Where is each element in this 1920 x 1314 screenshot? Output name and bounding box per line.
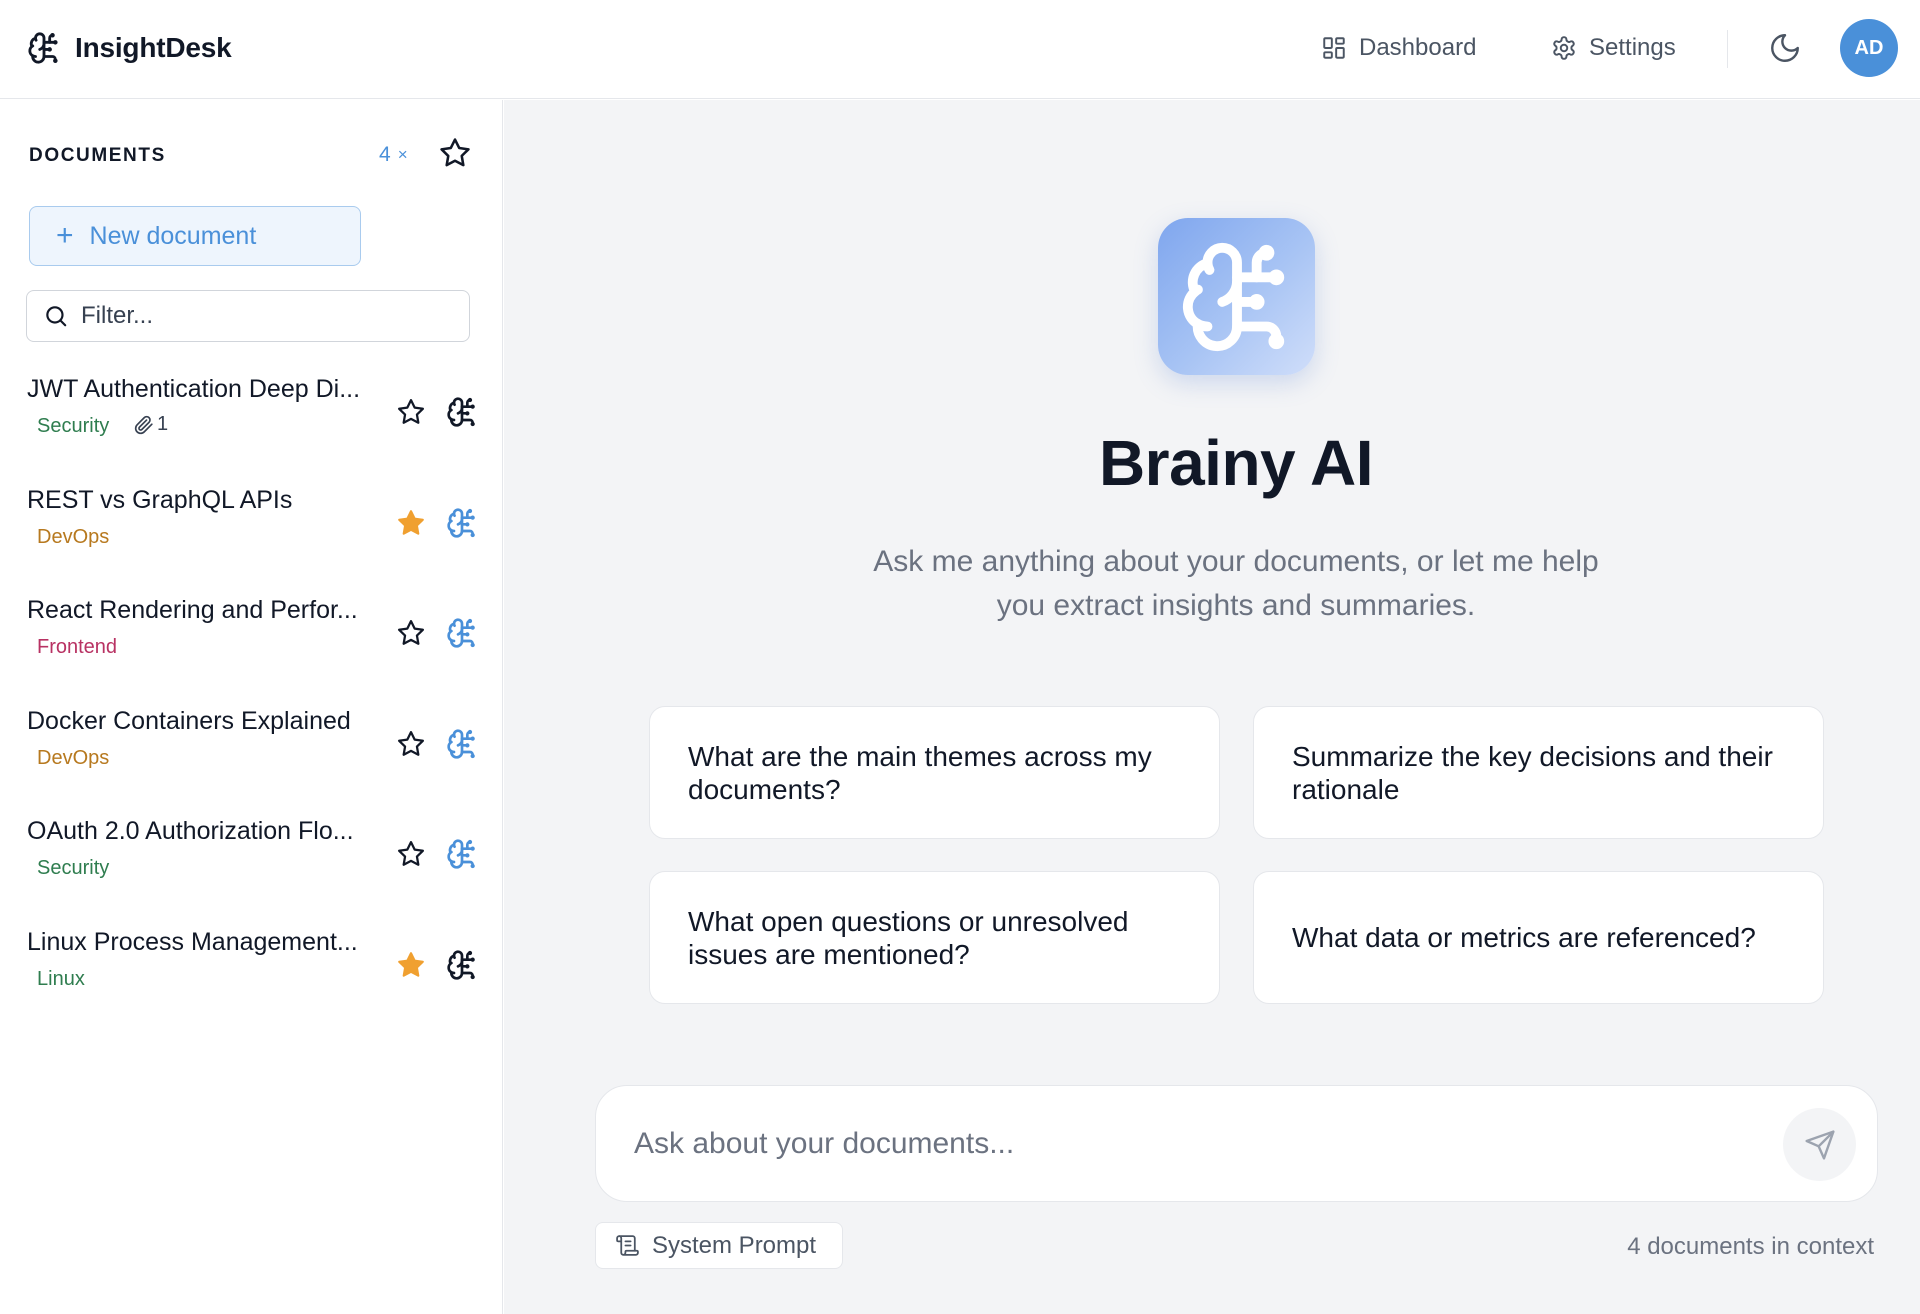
nav-settings-link[interactable]: Settings	[1551, 28, 1676, 68]
brain-circuit-icon	[446, 617, 478, 649]
suggestion-card[interactable]: What are the main themes across my docum…	[649, 706, 1220, 839]
grid-icon	[1321, 35, 1347, 61]
document-title: OAuth 2.0 Authorization Flo...	[27, 817, 354, 845]
sidebar-title: DOCUMENTS	[29, 145, 166, 166]
document-list-item[interactable]: Docker Containers Explained DevOps	[0, 707, 502, 817]
brain-circuit-icon	[446, 396, 478, 428]
header-divider	[1727, 30, 1728, 68]
documents-sidebar: DOCUMENTS 4 × + New document JWT Authent…	[0, 100, 503, 1314]
document-list-item[interactable]: REST vs GraphQL APIs DevOps	[0, 486, 502, 596]
theme-toggle-button[interactable]	[1768, 31, 1802, 65]
document-title: REST vs GraphQL APIs	[27, 485, 293, 514]
brainy-logo	[1158, 218, 1315, 375]
paperclip-icon	[134, 415, 154, 435]
new-document-label: New document	[89, 221, 257, 250]
moon-icon	[1768, 31, 1802, 65]
context-toggle[interactable]	[446, 838, 478, 870]
nav-dashboard-link[interactable]: Dashboard	[1321, 28, 1476, 68]
new-document-button[interactable]: + New document	[29, 206, 361, 266]
system-prompt-button[interactable]: System Prompt	[595, 1222, 843, 1269]
brain-circuit-icon	[446, 728, 478, 760]
selected-count-clear-button[interactable]: 4 ×	[379, 143, 408, 167]
system-prompt-label: System Prompt	[652, 1231, 817, 1259]
context-toggle[interactable]	[446, 396, 478, 428]
document-list-item[interactable]: OAuth 2.0 Authorization Flo... Security	[0, 817, 502, 927]
document-title: JWT Authentication Deep Di...	[27, 375, 361, 403]
brain-circuit-icon	[446, 507, 478, 539]
star-icon	[396, 839, 426, 869]
nav-dashboard-label: Dashboard	[1359, 34, 1477, 61]
star-icon	[396, 618, 426, 648]
selected-count: 4	[379, 143, 391, 166]
star-icon	[396, 729, 426, 759]
document-tag: DevOps	[37, 525, 110, 548]
document-title: React Rendering and Perfor...	[27, 596, 358, 624]
starred-filter-button[interactable]	[438, 136, 472, 170]
attachment-count-value: 1	[157, 413, 169, 435]
star-toggle[interactable]	[396, 839, 426, 869]
filter-input[interactable]	[81, 302, 461, 330]
suggestion-card[interactable]: What data or metrics are referenced?	[1253, 871, 1824, 1004]
brain-circuit-icon	[446, 949, 478, 981]
document-tag: Security	[37, 415, 110, 437]
document-title: Linux Process Management...	[27, 927, 358, 956]
brand-name: InsightDesk	[75, 32, 232, 63]
brain-circuit-icon	[27, 30, 61, 66]
star-filled-icon	[396, 950, 426, 980]
document-tag: Security	[37, 857, 110, 879]
chat-input[interactable]	[634, 1116, 1734, 1172]
star-icon	[438, 136, 472, 170]
context-toggle[interactable]	[446, 617, 478, 649]
star-toggle[interactable]	[396, 397, 426, 427]
scroll-icon	[615, 1233, 640, 1258]
star-toggle-starred[interactable]	[396, 508, 426, 538]
clear-selection-icon: ×	[397, 145, 408, 164]
nav-settings-label: Settings	[1589, 34, 1676, 61]
send-icon	[1804, 1129, 1836, 1161]
attachment-count: 1	[134, 413, 168, 436]
assistant-title: Brainy AI	[1098, 427, 1374, 499]
document-tag: Frontend	[37, 636, 118, 658]
top-header: InsightDesk Dashboard Settings AD	[0, 0, 1920, 99]
brain-circuit-icon	[1178, 238, 1296, 356]
plus-icon: +	[56, 219, 74, 252]
assistant-subtitle: Ask me anything about your documents, or…	[873, 545, 1599, 622]
document-tag: Linux	[37, 967, 85, 990]
star-toggle[interactable]	[396, 729, 426, 759]
document-list-item[interactable]: React Rendering and Perfor... Frontend	[0, 596, 502, 706]
chat-panel: Brainy AI Ask me anything about your doc…	[504, 100, 1920, 1314]
context-toggle[interactable]	[446, 507, 478, 539]
context-toggle[interactable]	[446, 949, 478, 981]
star-icon	[396, 397, 426, 427]
document-title: Docker Containers Explained	[27, 706, 351, 735]
search-icon	[43, 303, 69, 329]
document-list-item[interactable]: Linux Process Management... Linux	[0, 928, 502, 1038]
star-filled-icon	[396, 508, 426, 538]
document-list-item[interactable]: JWT Authentication Deep Di... Security 1	[0, 375, 502, 485]
send-button[interactable]	[1783, 1108, 1856, 1181]
star-toggle-starred[interactable]	[396, 950, 426, 980]
user-avatar[interactable]: AD	[1840, 19, 1898, 77]
brand[interactable]: InsightDesk	[27, 30, 232, 66]
suggestion-card[interactable]: Summarize the key decisions and their ra…	[1253, 706, 1824, 839]
document-tag: DevOps	[37, 746, 110, 769]
star-toggle[interactable]	[396, 618, 426, 648]
context-toggle[interactable]	[446, 728, 478, 760]
chat-input-box	[595, 1085, 1878, 1202]
context-status: 4 documents in context	[1627, 1233, 1874, 1260]
app-window: InsightDesk Dashboard Settings AD DOCUME…	[0, 0, 1920, 1314]
gear-icon	[1551, 35, 1577, 61]
filter-box	[26, 290, 470, 342]
suggestion-card[interactable]: What open questions or unresolved issues…	[649, 871, 1220, 1004]
brain-circuit-icon	[446, 838, 478, 870]
